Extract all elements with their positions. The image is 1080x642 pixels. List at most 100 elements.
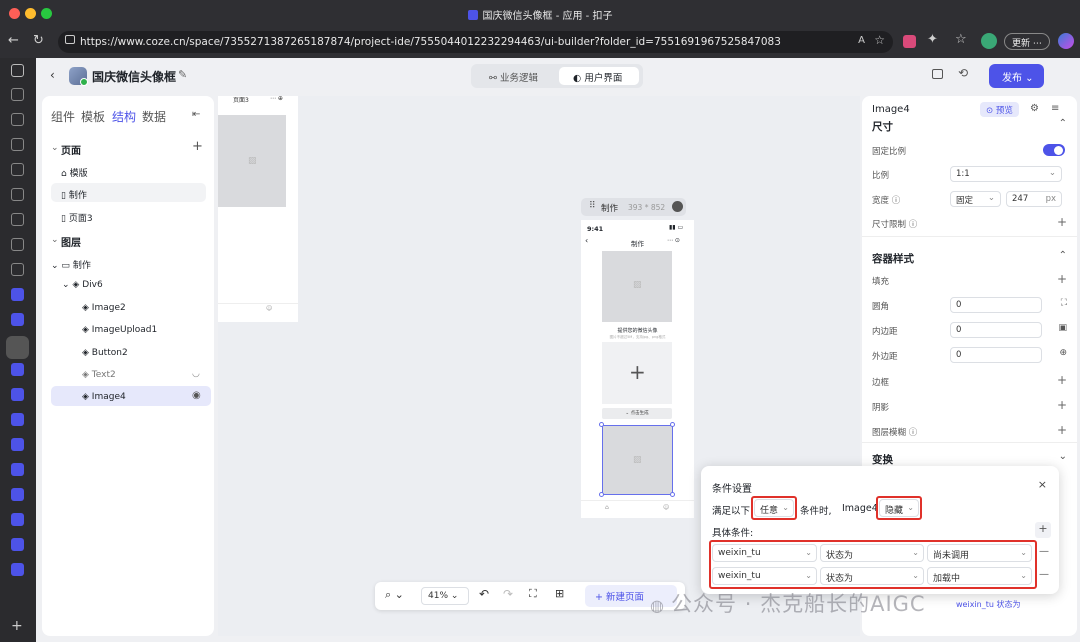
chevron-down-icon[interactable]: ⌄ [51,235,59,245]
grid-icon[interactable]: ⊞ [555,587,564,600]
tab-business-logic[interactable]: ⚯ 业务逻辑 [475,67,557,85]
coze-tab-icon[interactable] [11,563,24,576]
page-item-make-content[interactable]: ▯ 制作 [61,188,87,201]
layer-item-image2[interactable]: ◈ Image2 [82,303,126,313]
play-icon[interactable] [672,201,683,212]
layer-item-image4-selected[interactable] [51,386,211,406]
update-button[interactable]: 更新 ⋯ [1004,33,1050,50]
coze-tab-icon[interactable] [11,288,24,301]
zoom-select[interactable]: 41% ⌄ [421,587,469,605]
phone-frame-make[interactable]: 9:41 ▮▮ ▭ ‹ 制作 ⋯ ⊙ ▨ 提供您的微信头像 图片不超过5M，支持… [581,220,694,518]
close-icon[interactable]: × [1038,478,1047,491]
settings-icon[interactable]: ⚙ [1030,103,1039,114]
redo-icon[interactable]: ↷ [503,587,513,601]
coze-tab-icon[interactable] [11,413,24,426]
page-item-template[interactable]: ⌂ 模版 [61,166,88,179]
width-mode-select[interactable]: 固定 ⌄ [950,191,1001,207]
coze-tab-icon[interactable] [11,438,24,451]
coze-tab-icon[interactable] [11,363,24,376]
tab-icon[interactable] [11,188,24,201]
profile-avatar[interactable] [981,33,997,49]
layer-item-button2[interactable]: ◈ Button2 [82,348,128,358]
coze-tab-icon[interactable] [11,388,24,401]
history-icon[interactable]: ⟲ [958,66,968,80]
copilot-icon[interactable] [1058,33,1074,49]
tab-icon[interactable] [11,138,24,151]
margin-input[interactable]: 0 [950,347,1042,363]
publish-button[interactable]: 发布 ⌄ [989,64,1044,88]
undo-icon[interactable]: ↶ [479,587,489,601]
tab-user-interface[interactable]: ◐ 用户界面 [559,67,639,85]
generate-button[interactable]: ⌄ 点击生成 [602,408,672,419]
radius-input[interactable]: 0 [950,297,1042,313]
fit-screen-icon[interactable]: ⛶ [529,587,537,601]
tab-components[interactable]: 组件 [51,108,75,125]
width-input[interactable]: 247 px [1006,191,1062,207]
corner-icon[interactable]: ⛶ [1061,298,1067,308]
tab-templates[interactable]: 模板 [81,108,105,125]
extensions-icon[interactable]: ✦ [927,32,938,47]
add-blur-icon[interactable]: + [1057,423,1067,437]
site-info-icon[interactable] [65,35,75,44]
resize-handle[interactable] [599,422,604,427]
layer-item-imageupload1[interactable]: ◈ ImageUpload1 [82,325,157,335]
coze-tab-icon[interactable] [11,538,24,551]
preview-button[interactable]: ⊙ 预览 [980,102,1019,117]
tab-icon[interactable] [11,238,24,251]
favorites-icon[interactable]: ☆ [955,32,967,47]
collapse-panel-icon[interactable]: ⇤ [192,109,200,120]
eye-icon[interactable]: ◉ [192,390,201,401]
tab-structure[interactable]: 结构 [112,108,136,125]
read-aloud-icon[interactable]: A [858,35,865,46]
add-page-icon[interactable]: + [192,139,203,154]
list-icon[interactable]: ≡ [1051,103,1059,114]
edit-icon[interactable]: ✎ [178,68,187,81]
add-size-limit-icon[interactable]: + [1057,215,1067,229]
resize-handle[interactable] [599,492,604,497]
sidebar-toggle-icon[interactable] [11,64,24,77]
extension-icon[interactable] [903,35,916,48]
padding-input[interactable]: 0 [950,322,1042,338]
layout-icon[interactable] [932,69,943,79]
layer-item-image4[interactable]: ◈ Image4 [82,392,126,402]
chevron-down-icon[interactable]: ⌄ [1059,451,1067,462]
frame-label-bar[interactable]: ⠿ 制作 393 * 852 [581,198,686,216]
tab-icon[interactable] [11,88,24,101]
chevron-up-icon[interactable]: ⌃ [1059,118,1067,129]
favorite-star-icon[interactable]: ☆ [874,33,885,47]
tab-icon[interactable] [11,263,24,276]
margin-icon[interactable]: ⊕ [1059,348,1067,358]
remove-condition-icon[interactable]: — [1039,546,1049,557]
chevron-down-icon[interactable]: ⌄ [51,143,59,153]
tab-icon[interactable] [11,113,24,126]
tab-icon[interactable] [11,163,24,176]
url-bar[interactable]: https://www.coze.cn/space/73552713872651… [58,31,893,53]
coze-tab-icon[interactable] [11,513,24,526]
resize-handle[interactable] [670,422,675,427]
coze-tab-icon[interactable] [11,463,24,476]
ratio-select[interactable]: 1:1 ⌄ [950,166,1062,182]
chevron-up-icon[interactable]: ⌃ [1059,250,1067,261]
back-icon[interactable]: ‹ [50,68,55,82]
hidden-eye-icon[interactable]: ◡ [192,369,200,379]
add-border-icon[interactable]: + [1057,373,1067,387]
remove-condition-icon[interactable]: — [1039,569,1049,580]
back-icon[interactable]: ← [8,33,19,48]
fixed-ratio-toggle[interactable] [1043,144,1065,156]
new-tab-icon[interactable]: + [11,618,23,634]
resize-handle[interactable] [670,492,675,497]
coze-tab-active-icon[interactable] [6,336,29,359]
reload-icon[interactable]: ↻ [33,33,44,48]
tab-icon[interactable] [11,213,24,226]
page3-frame[interactable]: 页面3 ⋯ ⊕ ▨ ☺ [218,95,298,322]
coze-tab-icon[interactable] [11,488,24,501]
layer-item-make[interactable]: ⌄ ▭ 制作 [51,258,91,271]
padding-icon[interactable]: ▣ [1058,323,1067,333]
page-item-page3[interactable]: ▯ 页面3 [61,211,93,224]
drag-handle-icon[interactable]: ⠿ [589,201,596,211]
add-condition-icon[interactable]: + [1035,522,1051,538]
add-fill-icon[interactable]: + [1057,272,1067,286]
coze-tab-icon[interactable] [11,313,24,326]
add-shadow-icon[interactable]: + [1057,398,1067,412]
tab-data[interactable]: 数据 [142,108,166,125]
